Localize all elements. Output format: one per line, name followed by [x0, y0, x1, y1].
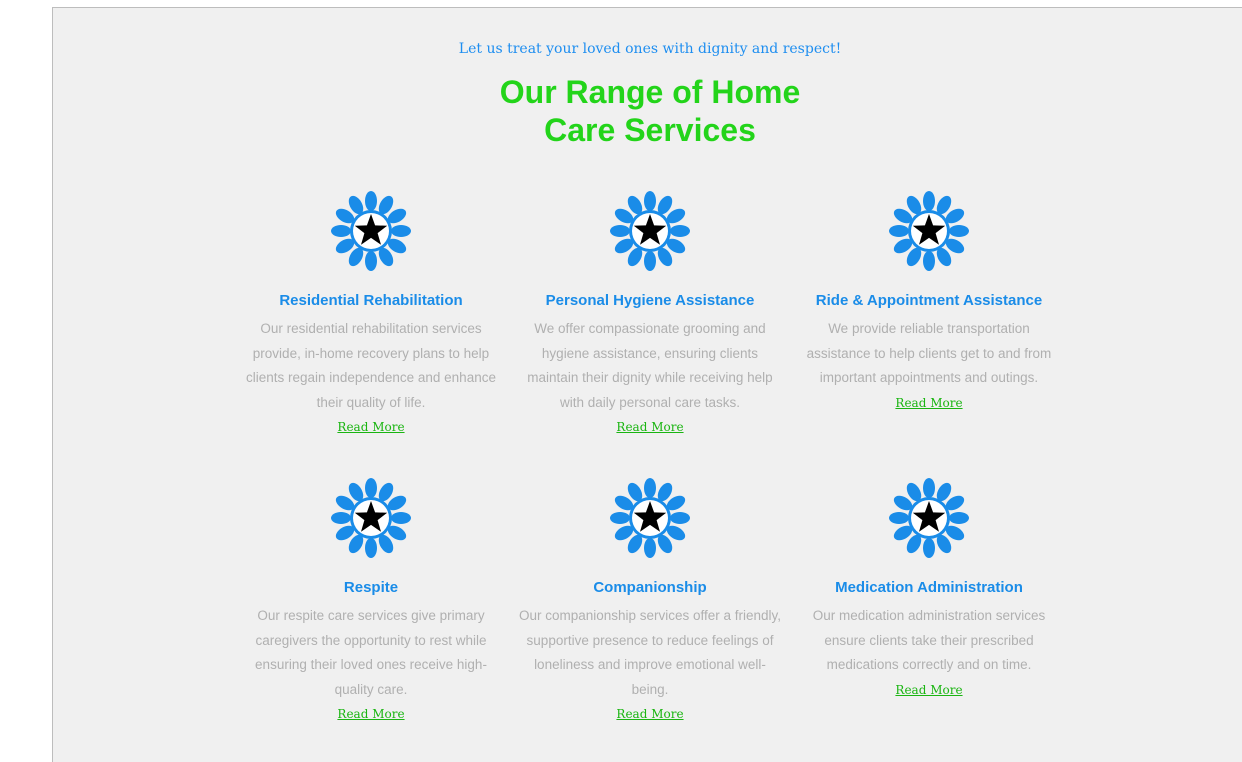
service-card-ride-appointment-assistance: Ride & Appointment Assistance We provide… [795, 190, 1063, 412]
read-more-link[interactable]: Read More [337, 420, 404, 434]
service-card-medication-administration: Medication Administration Our medication… [795, 477, 1063, 699]
service-description: We offer compassionate grooming and hygi… [527, 321, 773, 410]
service-description: Our residential rehabilitation services … [246, 321, 496, 410]
service-card-personal-hygiene-assistance: Personal Hygiene Assistance We offer com… [516, 190, 784, 436]
service-card-residential-rehabilitation: Residential Rehabilitation Our residenti… [237, 190, 505, 436]
star-badge-icon [889, 191, 969, 271]
star-badge-icon [610, 191, 690, 271]
service-card-respite: Respite Our respite care services give p… [237, 477, 505, 723]
service-title: Companionship [593, 579, 707, 596]
read-more-link[interactable]: Read More [616, 707, 683, 721]
service-card-companionship: Companionship Our companionship services… [516, 477, 784, 723]
read-more-link[interactable]: Read More [616, 420, 683, 434]
service-title: Respite [343, 579, 399, 596]
star-badge-icon [889, 478, 969, 558]
read-more-link[interactable]: Read More [337, 707, 404, 721]
star-badge-icon [331, 478, 411, 558]
read-more-link[interactable]: Read More [895, 683, 962, 697]
service-description: We provide reliable transportation assis… [806, 321, 1052, 385]
heading-line-1: Our Range of Home [499, 74, 801, 110]
section-tagline: Let us treat your loved ones with dignit… [458, 41, 842, 57]
service-title: Medication Administration [835, 579, 1023, 596]
service-description: Our medication administration services e… [812, 608, 1046, 672]
service-title: Ride & Appointment Assistance [815, 292, 1043, 309]
service-title: Personal Hygiene Assistance [545, 292, 755, 309]
service-description: Our respite care services give primary c… [255, 608, 487, 697]
services-section: Let us treat your loved ones with dignit… [52, 7, 1242, 762]
service-title: Residential Rehabilitation [279, 292, 463, 309]
read-more-link[interactable]: Read More [895, 396, 962, 410]
service-description: Our companionship services offer a frien… [518, 608, 782, 697]
heading-line-2: Care Services [544, 112, 756, 148]
star-badge-icon [610, 478, 690, 558]
star-badge-icon [331, 191, 411, 271]
section-heading: Our Range of Home Care Services [53, 73, 1242, 149]
